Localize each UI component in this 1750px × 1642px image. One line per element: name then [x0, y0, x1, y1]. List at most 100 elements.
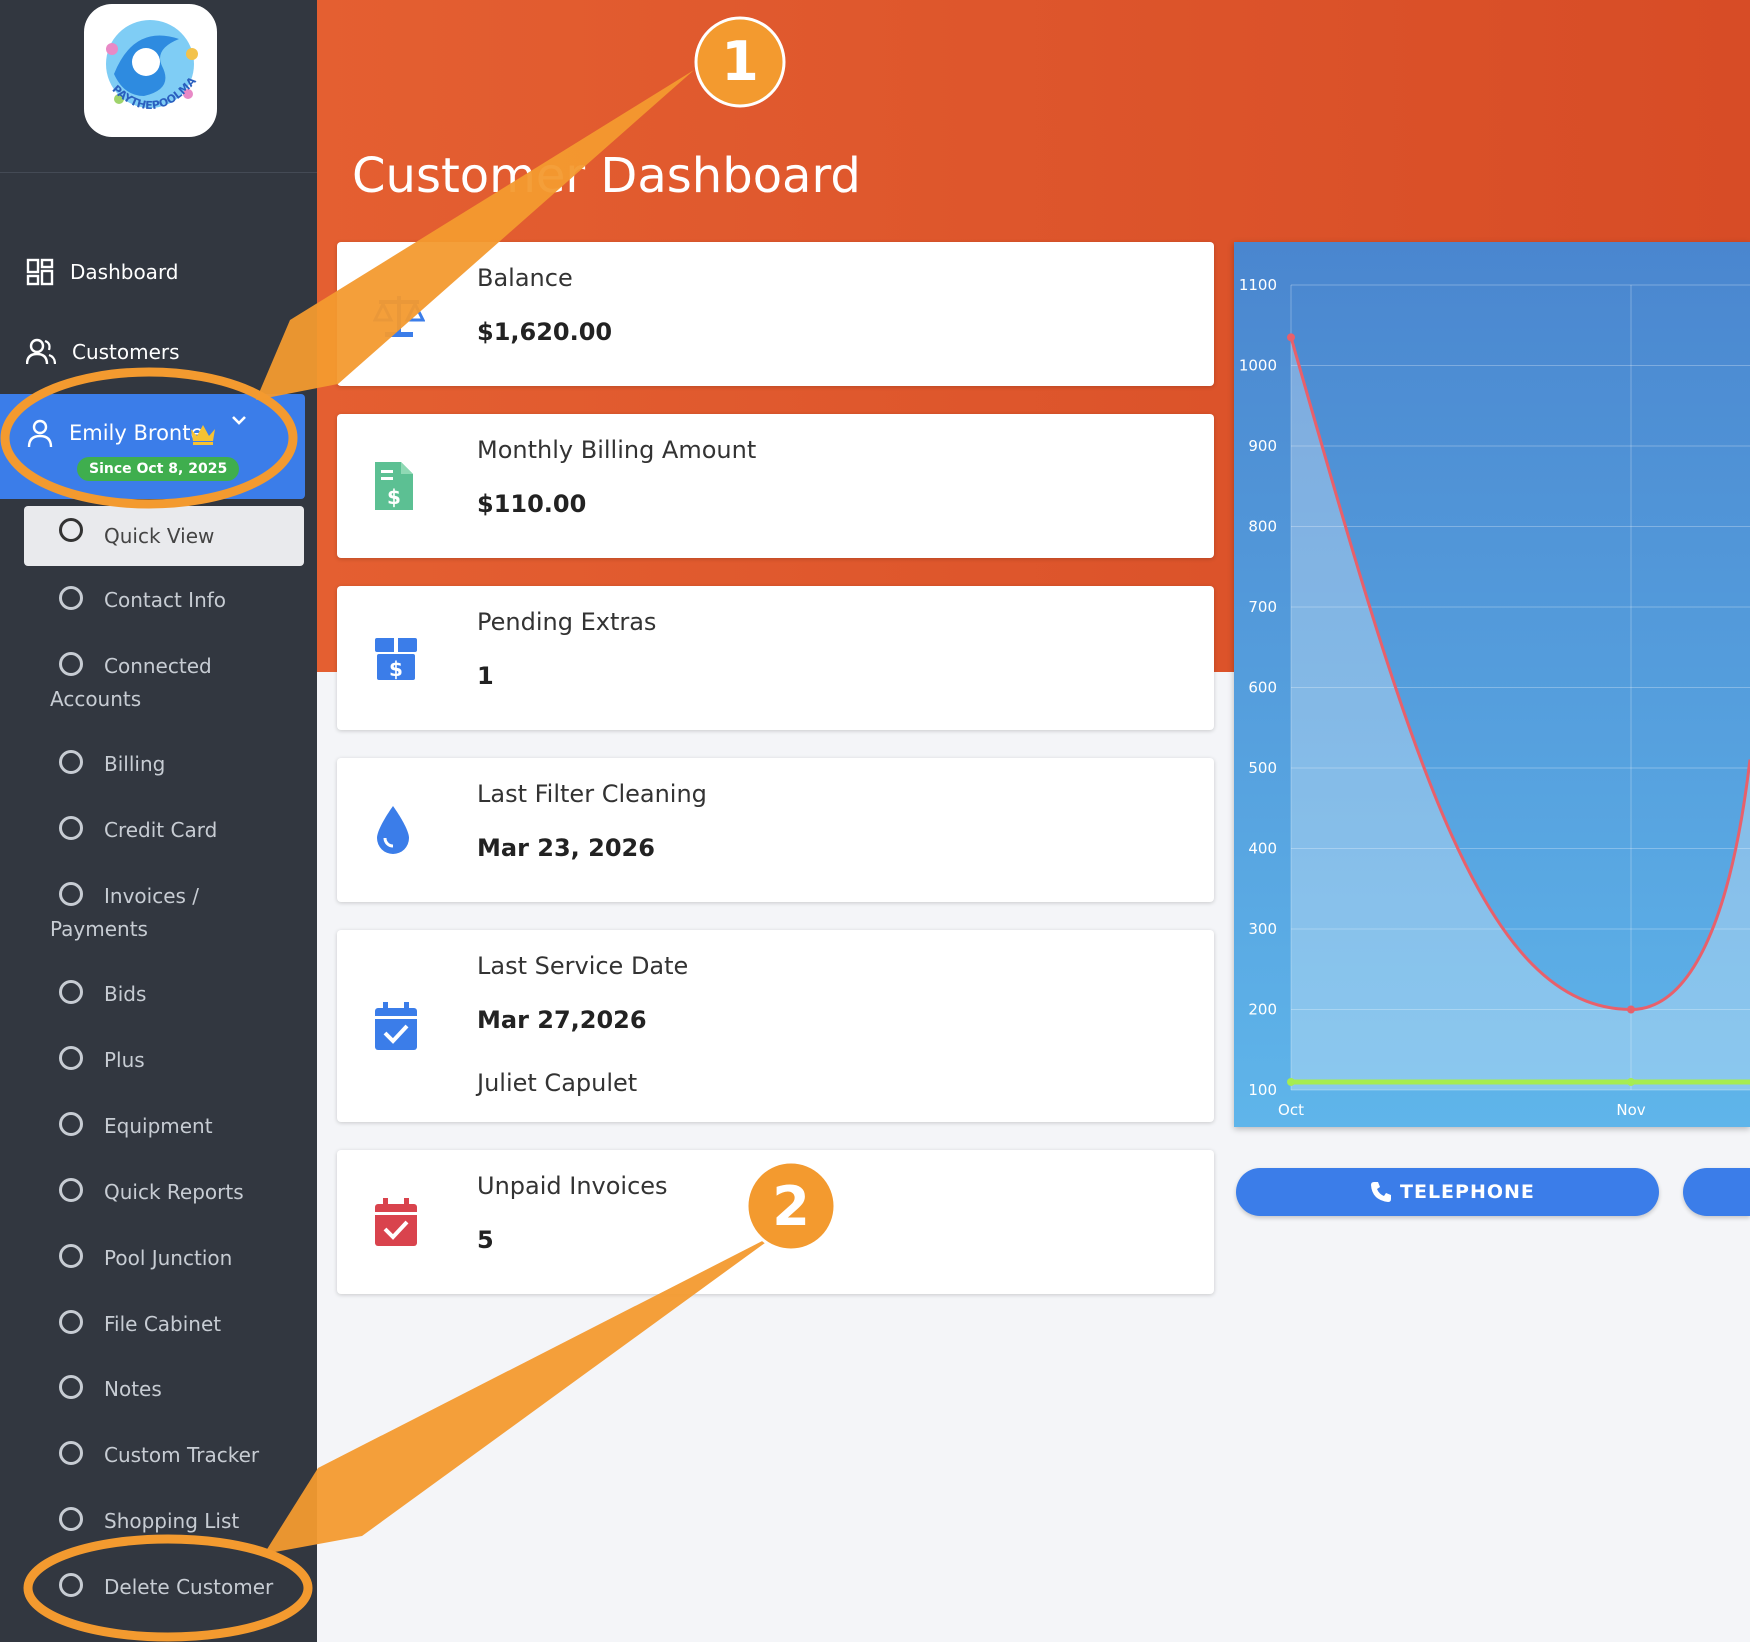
chevron-down-icon[interactable] [231, 414, 247, 426]
radio-circle-icon [59, 1507, 83, 1531]
menu-label: Plus [104, 1048, 145, 1072]
selected-customer-card[interactable]: Emily Bronte Since Oct 8, 2025 [0, 394, 305, 499]
menu-label: Equipment [104, 1114, 213, 1138]
menu-credit-card[interactable]: Credit Card [24, 814, 304, 854]
radio-circle-icon [59, 750, 83, 774]
y-tick-label: 700 [1248, 598, 1277, 616]
x-tick-label: Nov [1616, 1101, 1645, 1119]
y-tick-label: 900 [1248, 437, 1277, 455]
y-tick-label: 800 [1248, 518, 1277, 536]
menu-label: Bids [104, 982, 147, 1006]
calendar-check-red-icon [375, 1198, 417, 1246]
customer-since-badge: Since Oct 8, 2025 [77, 457, 240, 481]
unpaid-invoices-card[interactable]: Unpaid Invoices 5 [337, 1150, 1214, 1294]
menu-quick-view[interactable]: Quick View [24, 506, 304, 566]
menu-label: Quick View [104, 524, 215, 548]
sidebar-divider [0, 172, 317, 173]
menu-quick-reports[interactable]: Quick Reports [24, 1176, 304, 1216]
menu-contact-info[interactable]: Contact Info [24, 584, 304, 624]
user-icon [27, 419, 53, 448]
y-tick-label: 1100 [1239, 276, 1277, 294]
menu-delete-customer[interactable]: Delete Customer [24, 1571, 304, 1611]
card-title: Last Filter Cleaning [477, 780, 707, 808]
menu-plus[interactable]: Plus [24, 1044, 304, 1084]
menu-label: Delete Customer [104, 1575, 274, 1599]
monthly-billing-card[interactable]: $ Monthly Billing Amount $110.00 [337, 414, 1214, 558]
radio-circle-icon [59, 1112, 83, 1136]
x-tick-label: Oct [1278, 1101, 1304, 1119]
y-tick-label: 600 [1248, 679, 1277, 697]
card-title: Balance [477, 264, 573, 292]
users-icon [26, 338, 56, 365]
menu-invoices-payments[interactable]: Invoices / Payments [24, 880, 304, 950]
data-point[interactable] [1627, 1077, 1635, 1086]
telephone-button[interactable]: TELEPHONE [1236, 1168, 1659, 1216]
phone-icon [1371, 1182, 1391, 1202]
menu-label: Credit Card [104, 818, 218, 842]
menu-custom-tracker[interactable]: Custom Tracker [24, 1439, 304, 1479]
menu-shopping-list[interactable]: Shopping List [24, 1505, 304, 1545]
service-technician: Juliet Capulet [477, 1069, 638, 1097]
menu-billing[interactable]: Billing [24, 748, 304, 788]
nav-customers[interactable]: Customers [26, 338, 180, 366]
radio-circle-icon [59, 1441, 83, 1465]
page-title: Customer Dashboard [352, 148, 861, 204]
y-tick-label: 400 [1248, 840, 1277, 858]
radio-circle-icon [59, 1046, 83, 1070]
last-filter-cleaning-card[interactable]: Last Filter Cleaning Mar 23, 2026 [337, 758, 1214, 902]
card-value: 1 [477, 662, 494, 690]
water-drop-icon [377, 806, 409, 854]
menu-file-cabinet[interactable]: File Cabinet [24, 1308, 304, 1348]
nav-dashboard[interactable]: Dashboard [26, 258, 179, 286]
series-area [1291, 337, 1750, 1090]
menu-label: Billing [104, 752, 166, 776]
menu-bids[interactable]: Bids [24, 978, 304, 1018]
radio-circle-icon [59, 1375, 83, 1399]
y-tick-label: 100 [1248, 1081, 1277, 1099]
radio-circle-icon [59, 816, 83, 840]
menu-label: Shopping List [104, 1509, 240, 1533]
main-content: Customer Dashboard Balance $1,620.00 $ M… [317, 0, 1750, 1642]
card-value: $110.00 [477, 490, 587, 518]
dashboard-grid-icon [26, 258, 54, 286]
last-service-date-card[interactable]: Last Service Date Mar 27,2026 Juliet Cap… [337, 930, 1214, 1122]
billing-chart-panel: 100 200 300 400 500 600 700 800 900 1000 1100 Oct No… [1234, 242, 1750, 1127]
nav-customers-label: Customers [72, 340, 180, 364]
menu-equipment[interactable]: Equipment [24, 1110, 304, 1150]
customer-name: Emily Bronte [69, 421, 204, 445]
menu-label: Custom Tracker [104, 1443, 260, 1467]
company-logo[interactable]: PAYTHEPOOLMAN [84, 4, 217, 137]
y-tick-label: 300 [1248, 920, 1277, 938]
data-point[interactable] [1627, 1005, 1635, 1014]
card-value: 5 [477, 1226, 494, 1254]
menu-pool-junction[interactable]: Pool Junction [24, 1242, 304, 1282]
balance-card[interactable]: Balance $1,620.00 [337, 242, 1214, 386]
data-point[interactable] [1287, 1077, 1295, 1086]
menu-label: Connected Accounts [50, 654, 212, 711]
secondary-action-button[interactable] [1683, 1168, 1750, 1216]
menu-label: Pool Junction [104, 1246, 233, 1270]
crown-icon [191, 425, 215, 445]
card-value: Mar 23, 2026 [477, 834, 655, 862]
card-title: Pending Extras [477, 608, 657, 636]
menu-connected-accounts[interactable]: Connected Accounts [24, 650, 304, 720]
card-title: Monthly Billing Amount [477, 436, 757, 464]
menu-label: Notes [104, 1377, 162, 1401]
card-value: Mar 27,2026 [477, 1006, 647, 1034]
box-dollar-icon: $ [375, 638, 417, 681]
menu-label: Invoices / Payments [50, 884, 200, 941]
menu-label: Contact Info [104, 588, 227, 612]
radio-circle-icon [59, 1244, 83, 1268]
menu-notes[interactable]: Notes [24, 1373, 304, 1413]
radio-circle-icon [59, 1310, 83, 1334]
data-point[interactable] [1287, 333, 1295, 342]
radio-circle-icon [59, 586, 83, 610]
pending-extras-card[interactable]: $ Pending Extras 1 [337, 586, 1214, 730]
svg-text:$: $ [387, 485, 401, 509]
telephone-button-label: TELEPHONE [1400, 1181, 1535, 1203]
billing-chart: 100 200 300 400 500 600 700 800 900 1000 1100 Oct No… [1239, 276, 1750, 1119]
radio-circle-icon [59, 518, 83, 542]
card-title: Unpaid Invoices [477, 1172, 668, 1200]
scale-icon [373, 296, 425, 337]
svg-text:$: $ [389, 657, 403, 681]
